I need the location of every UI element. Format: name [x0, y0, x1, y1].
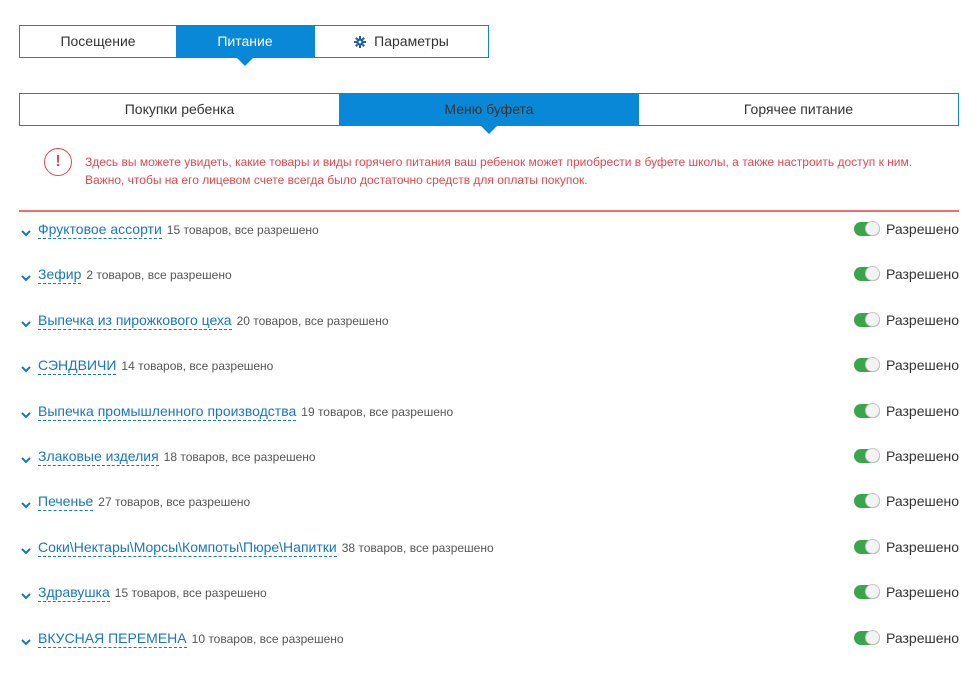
- category-name-link[interactable]: Здравушка: [38, 584, 110, 603]
- tab-nutrition[interactable]: Питание: [176, 26, 314, 66]
- allow-status-label: Разрешено: [886, 538, 960, 555]
- toggle-knob: [865, 402, 880, 418]
- toggle-knob: [865, 221, 880, 236]
- allow-toggle[interactable]: [854, 629, 880, 645]
- category-text: Выпечка из пирожкового цеха 20 товаров, в…: [38, 312, 389, 330]
- category-row: Соки\Нектары\Морсы\Компоты\Пюре\Напитки 3…: [19, 530, 959, 575]
- toggle-knob: [865, 538, 880, 554]
- allow-status-label: Разрешено: [886, 311, 960, 328]
- category-name-link[interactable]: Зефир: [38, 266, 82, 285]
- category-text: ВКУСНАЯ ПЕРЕМЕНА 10 товаров, все разрешен…: [38, 630, 344, 648]
- tab-child-purchases[interactable]: Покупки ребенка: [20, 94, 339, 125]
- allow-toggle[interactable]: [854, 266, 880, 282]
- category-name-link[interactable]: Печенье: [38, 493, 94, 512]
- category-meta: 14 товаров, все разрешено: [121, 359, 274, 374]
- category-name-link[interactable]: Выпечка промышленного производства: [38, 403, 297, 421]
- allow-status-label: Разрешено: [886, 629, 960, 646]
- allow-toggle[interactable]: [854, 402, 880, 418]
- top-tab-bar: Посещение Питание Параметры: [19, 25, 489, 66]
- tab-hot-meals[interactable]: Горячее питание: [639, 94, 958, 125]
- tab-settings[interactable]: Параметры: [314, 26, 488, 57]
- allow-toggle[interactable]: [854, 538, 880, 554]
- tab-settings-label: Параметры: [374, 33, 449, 49]
- category-row: ВКУСНАЯ ПЕРЕМЕНА 10 товаров, все разрешен…: [19, 621, 959, 666]
- category-meta: 38 товаров, все разрешено: [341, 540, 494, 555]
- category-row: СЭНДВИЧИ 14 товаров, все разрешено Разреше…: [19, 348, 959, 393]
- allow-status-label: Разрешено: [886, 357, 960, 374]
- chevron-down-icon[interactable]: [21, 361, 31, 373]
- chevron-down-icon[interactable]: [21, 225, 31, 237]
- tab-buffet-menu[interactable]: Меню буфета: [339, 94, 639, 134]
- category-text: СЭНДВИЧИ 14 товаров, все разрешено: [38, 357, 274, 376]
- allow-status-label: Разрешено: [886, 266, 960, 283]
- toggle-knob: [865, 493, 880, 509]
- notice-text: Здесь вы можете увидеть, какие товары и …: [85, 153, 965, 189]
- allow-toggle[interactable]: [854, 493, 880, 509]
- category-row: Печенье 27 товаров, все разрешено Разрешен…: [19, 484, 959, 529]
- chevron-down-icon[interactable]: [21, 634, 31, 645]
- chevron-down-icon[interactable]: [21, 316, 31, 328]
- category-list: Фруктовое ассорти 15 товаров, все разреше…: [19, 212, 959, 666]
- toggle-knob: [865, 447, 880, 463]
- category-meta: 10 товаров, все разрешено: [191, 631, 344, 646]
- category-meta: 27 товаров, все разрешено: [98, 495, 251, 510]
- chevron-down-icon[interactable]: [21, 588, 31, 600]
- allow-status-label: Разрешено: [886, 447, 960, 464]
- category-text: Соки\Нектары\Морсы\Компоты\Пюре\Напитки 3…: [38, 539, 494, 557]
- category-text: Печенье 27 товаров, все разрешено: [38, 493, 251, 512]
- category-row: Злаковые изделия 18 товаров, все разрешен…: [19, 439, 959, 484]
- category-row: Выпечка промышленного производства 19 тов…: [19, 394, 959, 439]
- notice-line-1: Здесь вы можете увидеть, какие товары и …: [85, 155, 913, 169]
- category-text: Фруктовое ассорти 15 товаров, все разреше…: [38, 221, 319, 239]
- notice-line-2: Важно, чтобы на его лицевом счете всегда…: [85, 173, 588, 187]
- toggle-knob: [865, 629, 880, 645]
- toggle-knob: [865, 311, 880, 327]
- category-text: Зефир 2 товаров, все разрешено: [38, 266, 232, 285]
- category-name-link[interactable]: ВКУСНАЯ ПЕРЕМЕНА: [38, 630, 187, 648]
- category-row: Выпечка из пирожкового цеха 20 товаров, в…: [19, 303, 959, 348]
- allow-status-label: Разрешено: [886, 221, 960, 237]
- category-meta: 15 товаров, все разрешено: [166, 223, 319, 237]
- alert-icon: !: [44, 148, 72, 176]
- category-meta: 18 товаров, все разрешено: [163, 449, 316, 464]
- toggle-knob: [865, 357, 880, 373]
- category-name-link[interactable]: Злаковые изделия: [38, 448, 159, 466]
- category-text: Здравушка 15 товаров, все разрешено: [38, 584, 267, 603]
- category-meta: 2 товаров, все разрешено: [86, 268, 232, 283]
- allow-toggle[interactable]: [854, 447, 880, 463]
- allow-status-label: Разрешено: [886, 402, 960, 419]
- allow-toggle[interactable]: [854, 357, 880, 373]
- tab-attendance[interactable]: Посещение: [20, 26, 176, 57]
- gear-icon: [354, 28, 367, 59]
- category-meta: 19 товаров, все разрешено: [301, 404, 454, 419]
- sub-tab-bar: Покупки ребенка Меню буфета Горячее пита…: [19, 93, 959, 134]
- chevron-down-icon[interactable]: [21, 497, 31, 509]
- category-row: Зефир 2 товаров, все разрешено Разрешено: [19, 257, 959, 302]
- chevron-down-icon[interactable]: [21, 543, 31, 555]
- category-name-link[interactable]: СЭНДВИЧИ: [38, 357, 117, 376]
- category-name-link[interactable]: Фруктовое ассорти: [38, 221, 162, 239]
- category-row: Здравушка 15 товаров, все разрешено Разреш…: [19, 575, 959, 620]
- toggle-knob: [865, 584, 880, 600]
- category-meta: 20 товаров, все разрешено: [236, 313, 389, 328]
- category-name-link[interactable]: Соки\Нектары\Морсы\Компоты\Пюре\Напитки: [38, 539, 337, 557]
- allow-status-label: Разрешено: [886, 493, 960, 510]
- category-name-link[interactable]: Выпечка из пирожкового цеха: [38, 312, 232, 330]
- toggle-knob: [865, 266, 880, 282]
- allow-toggle[interactable]: [854, 311, 880, 327]
- category-text: Злаковые изделия 18 товаров, все разрешен…: [38, 448, 316, 466]
- allow-toggle[interactable]: [854, 584, 880, 600]
- chevron-down-icon[interactable]: [21, 407, 31, 418]
- category-meta: 15 товаров, все разрешено: [114, 586, 267, 601]
- category-row: Фруктовое ассорти 15 товаров, все разреше…: [19, 212, 959, 257]
- category-text: Выпечка промышленного производства 19 тов…: [38, 403, 453, 421]
- allow-status-label: Разрешено: [886, 584, 960, 601]
- allow-toggle[interactable]: [854, 221, 880, 236]
- chevron-down-icon[interactable]: [21, 452, 31, 464]
- chevron-down-icon[interactable]: [21, 270, 31, 282]
